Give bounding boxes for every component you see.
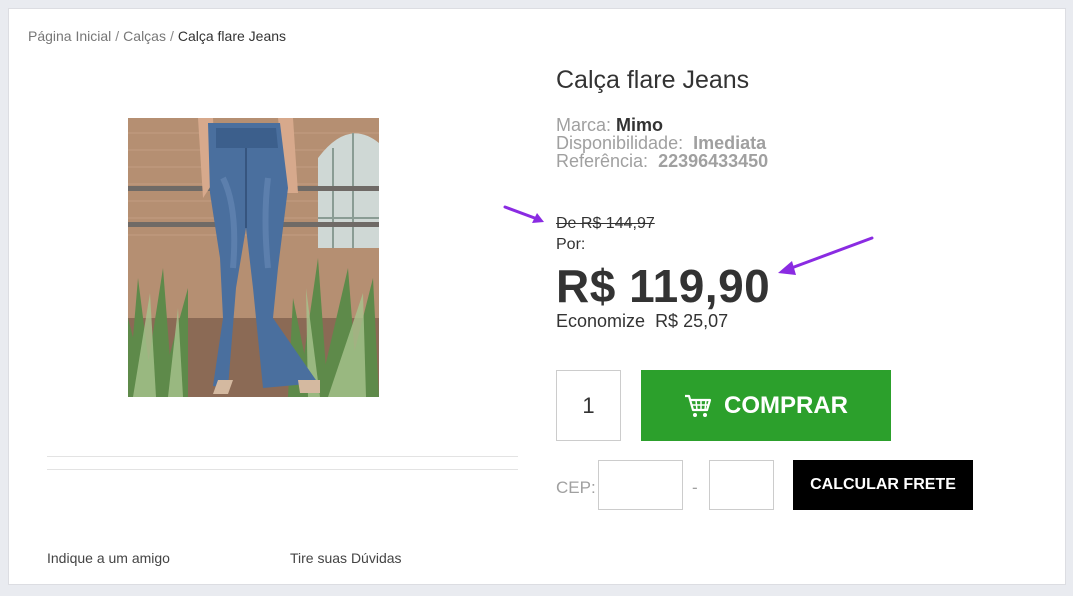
divider — [47, 456, 518, 457]
breadcrumb-calcas[interactable]: Calças — [123, 28, 166, 44]
breadcrumb-separator: / — [115, 28, 120, 44]
calculate-freight-button[interactable]: CALCULAR FRETE — [793, 460, 973, 510]
divider — [47, 469, 518, 470]
jeans-photo — [128, 118, 379, 397]
product-title: Calça flare Jeans — [556, 66, 750, 94]
availability-info: Disponibilidade: Imediata — [556, 134, 766, 152]
breadcrumb-home[interactable]: Página Inicial — [28, 28, 111, 44]
quantity-input[interactable] — [556, 370, 621, 441]
old-price: De R$ 144,97 — [556, 215, 655, 232]
indique-amigo-link[interactable]: Indique a um amigo — [47, 550, 170, 566]
availability-label: Disponibilidade: — [556, 133, 684, 153]
cep-dash: - — [692, 478, 698, 497]
breadcrumb-separator: / — [169, 28, 174, 44]
brand-value[interactable]: Mimo — [616, 115, 663, 135]
current-price: R$ 119,90 — [556, 260, 771, 312]
breadcrumb: Página Inicial / Calças / Calça flare Jeans — [28, 28, 286, 44]
buy-label: COMPRAR — [724, 391, 848, 419]
por-label: Por: — [556, 236, 586, 253]
reference-info: Referência: 22396433450 — [556, 152, 768, 170]
savings-value: R$ 25,07 — [655, 311, 729, 331]
buy-button[interactable]: COMPRAR — [641, 370, 891, 441]
cart-icon — [685, 394, 712, 417]
cep-label: CEP: — [556, 478, 596, 497]
cep-field-suffix[interactable] — [709, 460, 774, 510]
cep-field-prefix[interactable] — [598, 460, 683, 510]
brand-label: Marca: — [556, 115, 612, 135]
breadcrumb-current: Calça flare Jeans — [177, 28, 287, 44]
savings-label: Economize — [556, 311, 646, 331]
product-image[interactable] — [128, 118, 379, 397]
annotation-arrow-old-price — [503, 205, 544, 223]
reference-label: Referência: — [556, 151, 649, 171]
tire-duvidas-link[interactable]: Tire suas Dúvidas — [290, 550, 402, 566]
brand-info: Marca: Mimo — [556, 116, 663, 134]
availability-value: Imediata — [693, 133, 767, 153]
savings-info: Economize R$ 25,07 — [556, 311, 728, 332]
annotation-arrow-price — [778, 236, 874, 275]
product-card: Página Inicial / Calças / Calça flare Jeans — [8, 8, 1066, 585]
reference-value: 22396433450 — [658, 151, 769, 171]
